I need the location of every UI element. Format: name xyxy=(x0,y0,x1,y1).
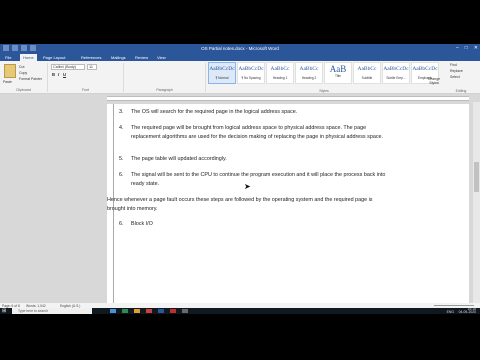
language-tray[interactable]: ENG xyxy=(447,310,454,314)
tab-home[interactable]: Home xyxy=(20,54,37,61)
cut-button[interactable]: Cut xyxy=(19,65,24,69)
maximize-icon[interactable]: □ xyxy=(465,45,468,51)
font-label: Font xyxy=(81,88,89,92)
title-bar: OS Partial notes.docx - Microsoft Word –… xyxy=(0,44,480,53)
window-title: OS Partial notes.docx - Microsoft Word xyxy=(201,46,279,51)
windows-start-icon[interactable]: ⊞ xyxy=(2,308,7,314)
replace-button[interactable]: Replace xyxy=(450,69,463,73)
format-painter-button[interactable]: Format Painter xyxy=(19,77,42,81)
style-normal[interactable]: AaBbCcDc ¶ Normal xyxy=(208,62,236,84)
screen: OS Partial notes.docx - Microsoft Word –… xyxy=(0,44,480,314)
window-controls: – □ ✕ xyxy=(456,45,478,51)
document-area: 3. The OS will search for the required p… xyxy=(0,102,480,303)
app-icon[interactable] xyxy=(146,309,152,313)
underline-button[interactable]: U xyxy=(63,72,66,77)
app-icon[interactable] xyxy=(182,309,188,313)
edge-icon[interactable] xyxy=(122,309,128,313)
mouse-pointer-icon: ➤ xyxy=(244,182,251,191)
close-icon[interactable]: ✕ xyxy=(474,45,478,51)
powerpoint-taskbar-icon[interactable] xyxy=(170,309,176,313)
task-view-icon[interactable] xyxy=(110,309,116,313)
paragraph-label: Paragraph xyxy=(156,88,173,92)
change-styles-button[interactable]: Change Styles xyxy=(424,77,444,85)
font-name-select[interactable]: Calibri (Body) xyxy=(51,64,85,70)
font-size-select[interactable]: 11 xyxy=(87,64,97,70)
vertical-scrollbar[interactable] xyxy=(473,102,480,303)
taskbar-search-input[interactable]: Type here to search xyxy=(12,308,92,314)
find-button[interactable]: Find xyxy=(450,63,457,67)
file-explorer-icon[interactable] xyxy=(134,309,140,313)
style-title[interactable]: AaB Title xyxy=(324,62,352,84)
style-subtle-emphasis[interactable]: AaBbCcDc Subtle Emp... xyxy=(382,62,410,84)
system-clock[interactable]: 16:18 04-05-2020 xyxy=(458,307,476,314)
copy-button[interactable]: Copy xyxy=(19,71,27,75)
style-no-spacing[interactable]: AaBbCcDc ¶ No Spacing xyxy=(237,62,265,84)
page-count[interactable]: Page: 6 of 8 xyxy=(2,304,20,308)
tab-mailings[interactable]: Mailings xyxy=(108,54,129,61)
tab-review[interactable]: Review xyxy=(132,54,151,61)
paragraph-group: Paragraph xyxy=(124,63,206,92)
italic-button[interactable]: I xyxy=(58,72,59,77)
minimize-icon[interactable]: – xyxy=(456,45,459,51)
style-heading-1[interactable]: AaBbCc Heading 1 xyxy=(266,62,294,84)
ribbon-tabs: File Home Page Layout References Mailing… xyxy=(0,53,480,61)
document-page[interactable]: 3. The OS will search for the required p… xyxy=(107,104,469,303)
clock-date: 04-05-2020 xyxy=(458,310,476,314)
tab-page-layout[interactable]: Page Layout xyxy=(40,54,68,61)
paste-label: Paste xyxy=(3,80,12,84)
horizontal-ruler[interactable] xyxy=(107,96,469,101)
word-taskbar-icon[interactable] xyxy=(158,309,164,313)
ruler xyxy=(0,95,480,102)
ribbon: Cut Copy Format Painter Paste Clipboard … xyxy=(0,61,480,94)
bold-button[interactable]: B xyxy=(52,72,55,77)
taskbar: ⊞ Type here to search ENG 16:18 04-05-20… xyxy=(0,307,480,314)
clipboard-label: Clipboard xyxy=(16,88,31,92)
styles-label: Styles xyxy=(319,89,329,93)
paste-button[interactable] xyxy=(4,64,16,78)
style-heading-2[interactable]: AaBbCc Heading 2 xyxy=(295,62,323,84)
tab-file[interactable]: File xyxy=(2,54,15,61)
tab-references[interactable]: References xyxy=(78,54,104,61)
language-indicator[interactable]: English (U.S.) xyxy=(60,304,80,308)
clipboard-group: Cut Copy Format Painter Paste Clipboard xyxy=(0,63,48,92)
body-paragraph[interactable]: Hence whenever a page fault occurs these… xyxy=(107,196,377,214)
word-count[interactable]: Words: 1,042 xyxy=(26,304,46,308)
zoom-slider[interactable] xyxy=(434,305,474,306)
style-subtitle[interactable]: AaBbCc Subtitle xyxy=(353,62,381,84)
taskbar-apps xyxy=(110,309,188,313)
editing-label: Editing xyxy=(455,89,467,93)
select-button[interactable]: Select xyxy=(450,75,460,79)
scrollbar-thumb[interactable] xyxy=(474,162,479,192)
font-group: Calibri (Body) 11 B I U Font xyxy=(48,63,124,92)
styles-gallery: AaBbCcDc ¶ Normal AaBbCcDc ¶ No Spacing Aa… xyxy=(208,62,439,84)
tab-view[interactable]: View xyxy=(154,54,169,61)
